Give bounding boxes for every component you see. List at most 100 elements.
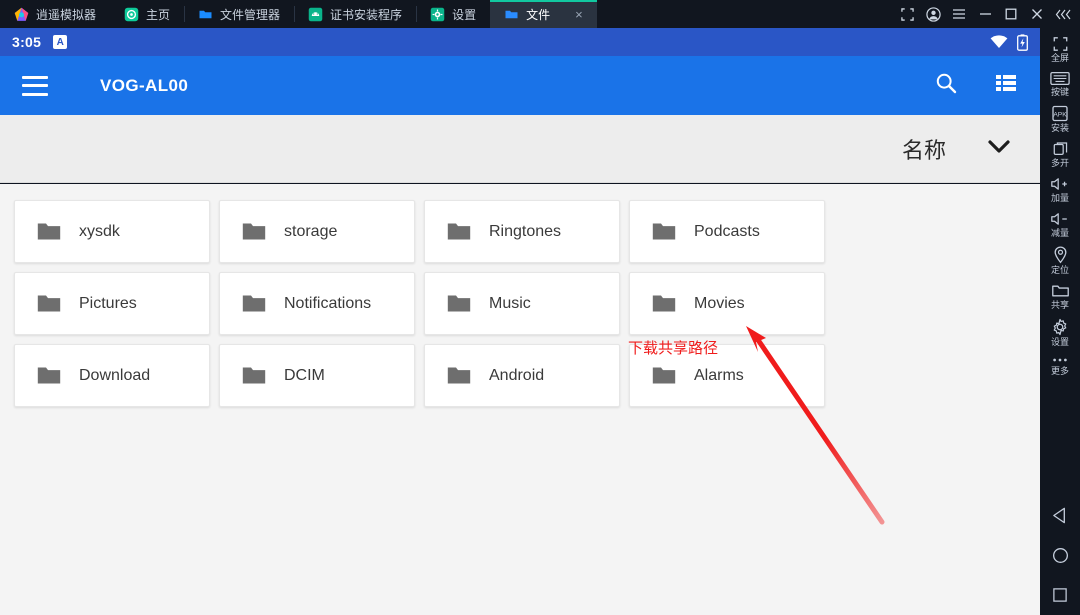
home-button[interactable] [1040,535,1080,575]
circle-home-icon [1052,547,1068,563]
folder-icon [447,223,471,240]
sort-bar[interactable]: 名称 [0,115,1040,183]
sidebar-item-label: 加量 [1050,193,1069,203]
file-card[interactable]: storage [219,200,415,263]
emulator-window: 逍遥模拟器 主页 文件管理器 证书安装程序 设置 文件 × 3:05 A VOG… [0,0,1080,615]
page-title: VOG-AL00 [100,75,189,95]
file-card[interactable]: Pictures [14,272,210,335]
sidebar-item-label: 设置 [1050,337,1069,347]
sidebar-item-fullscreen[interactable]: 全屏 [1040,32,1080,67]
tab-settings[interactable]: 设置 [416,0,490,28]
file-card-label: storage [284,222,338,240]
tab-files-active[interactable]: 文件 × [490,0,597,28]
file-card[interactable]: Ringtones [424,200,620,263]
shared-folder-icon [1051,285,1069,297]
file-card-label: DCIM [284,366,325,384]
folder-icon [652,295,676,312]
sidebar-item-label: 安装 [1050,123,1069,133]
folder-icon [37,367,61,384]
tab-home[interactable]: 主页 [110,0,184,28]
folder-icon [242,223,266,240]
sidebar-item-keyboard[interactable]: 按键 [1040,67,1080,101]
hamburger-line [22,75,48,79]
sidebar-item-more[interactable]: 更多 [1040,351,1080,380]
sort-label: 名称 [901,137,946,163]
file-card[interactable]: Movies [629,272,825,335]
file-card[interactable]: Download [14,344,210,407]
sidebar-item-label: 全屏 [1050,53,1069,63]
hamburger-icon [953,9,965,19]
sidebar-item-share[interactable]: 共享 [1040,279,1080,314]
file-card[interactable]: xysdk [14,200,210,263]
minimize-button[interactable] [972,0,998,28]
sidebar-item-volume-down[interactable]: 减量 [1040,207,1080,242]
sidebar-item-label: 多开 [1050,158,1069,168]
hamburger-line [22,92,48,96]
svg-text:APK: APK [1053,111,1067,118]
minimize-icon [979,13,991,15]
sidebar-item-install[interactable]: APK 安装 [1040,101,1080,137]
crop-icon [900,7,914,21]
gear-green-icon [430,7,445,21]
app-logo-icon [14,7,29,21]
tab-emulator-brand[interactable]: 逍遥模拟器 [0,0,110,28]
file-card[interactable]: Music [424,272,620,335]
android-status-bar: 3:05 A [0,28,1040,56]
list-view-button[interactable] [994,71,1018,100]
tab-label: 设置 [452,7,477,22]
file-card-label: xysdk [79,222,120,240]
file-card-label: Notifications [284,294,372,312]
sidebar-item-settings[interactable]: 设置 [1040,314,1080,351]
file-card[interactable]: DCIM [219,344,415,407]
sort-chevron-button[interactable] [984,136,1014,161]
apk-install-icon: APK [1052,105,1068,122]
file-card-label: Alarms [694,366,744,384]
maximize-button[interactable] [998,0,1024,28]
gear-icon [1053,318,1067,336]
file-browser-content: xysdk storage Ringtones Podcasts Pictures Not… [0,184,1040,615]
folder-blue-icon [505,10,518,18]
wifi-icon [990,35,1008,48]
file-card[interactable]: Podcasts [629,200,825,263]
file-card[interactable]: Android [424,344,620,407]
file-card-label: Download [79,366,151,384]
chevrons-left-icon [1055,9,1071,19]
volume-up-icon [1051,178,1067,190]
input-method-badge: A [53,35,68,49]
file-card-label: Music [489,294,531,312]
tab-file-manager[interactable]: 文件管理器 [184,0,294,28]
folder-icon [652,367,676,384]
sidebar-item-label: 减量 [1050,228,1069,238]
sidebar-item-multi-instance[interactable]: 多开 [1040,137,1080,172]
collapse-button[interactable] [1050,0,1076,28]
file-card[interactable]: Notifications [219,272,415,335]
folder-icon [652,223,676,240]
fullscreen-icon [1053,37,1067,51]
tab-cert-installer[interactable]: 证书安装程序 [294,0,416,28]
file-card-label: Podcasts [694,222,760,240]
folder-icon [37,295,61,312]
screenshot-button[interactable] [894,0,920,28]
sidebar-item-location[interactable]: 定位 [1040,242,1080,279]
annotation-label: 下载共享路径 [628,340,719,357]
folder-icon [447,367,471,384]
tab-label: 逍遥模拟器 [36,7,97,22]
close-button[interactable] [1024,0,1050,28]
menu-button[interactable] [946,0,972,28]
tab-label: 证书安装程序 [330,7,403,22]
recents-button[interactable] [1040,575,1080,615]
more-dots-icon [1053,358,1067,362]
keyboard-icon [1050,71,1070,86]
sidebar-item-label: 按键 [1050,87,1069,97]
account-button[interactable] [920,0,946,28]
emulator-tab-bar: 逍遥模拟器 主页 文件管理器 证书安装程序 设置 文件 × [0,0,1080,28]
folder-icon [447,295,471,312]
hamburger-icon[interactable] [22,75,48,96]
search-button[interactable] [934,71,958,100]
back-button[interactable] [1040,495,1080,535]
tab-close-icon[interactable]: × [575,8,583,21]
status-icons [990,33,1028,51]
file-card-label: Ringtones [489,222,562,240]
sidebar-item-label: 共享 [1050,300,1069,310]
sidebar-item-volume-up[interactable]: 加量 [1040,172,1080,207]
